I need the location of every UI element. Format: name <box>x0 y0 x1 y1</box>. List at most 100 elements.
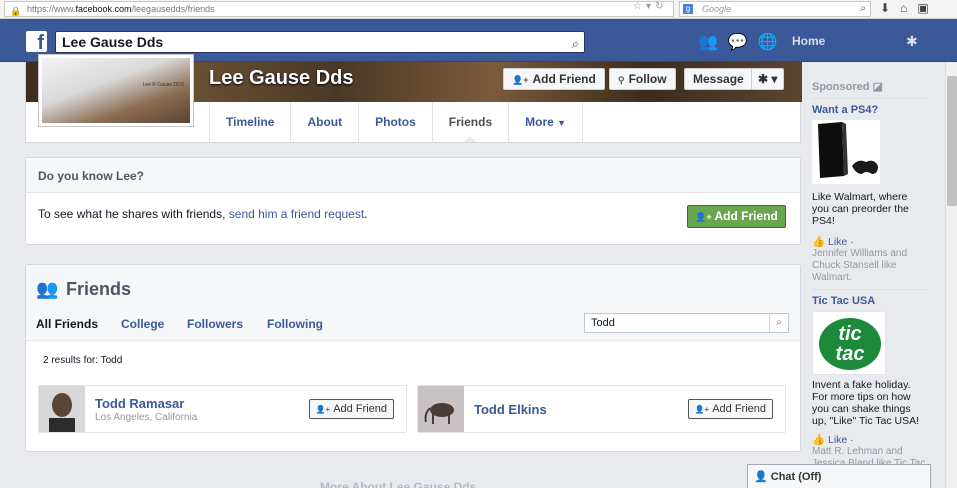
friends-search-value: Todd <box>591 317 615 329</box>
add-friend-icon: 👤+ <box>695 212 712 222</box>
tab-college[interactable]: College <box>121 317 164 331</box>
thumbs-up-icon: 👍 <box>812 434 826 446</box>
thumbs-up-icon: 👍 <box>812 236 826 248</box>
ad-divider <box>812 289 927 290</box>
download-icon[interactable]: ⬇ <box>880 1 900 15</box>
friend-request-prompt: Do you know Lee? To see what he shares w… <box>25 157 801 245</box>
scrollbar-thumb[interactable] <box>947 76 957 206</box>
friend-requests-icon[interactable]: 👥 <box>698 34 728 51</box>
search-icon[interactable]: ⌕ <box>572 34 579 54</box>
like-link[interactable]: 👍 Like · <box>812 433 927 446</box>
sponsored-label: Sponsored <box>812 81 870 93</box>
prompt-text-period: . <box>364 207 368 221</box>
browser-search-box[interactable]: g Google ⌕ <box>679 1 871 17</box>
more-options-button[interactable]: ✱ ▾ <box>751 68 785 90</box>
friends-search-input[interactable]: Todd ⌕ <box>584 313 789 333</box>
facebook-search-input[interactable]: Lee Gause Dds ⌕ <box>55 31 585 53</box>
like-link[interactable]: 👍 Like · <box>812 235 927 248</box>
lock-icon: 🔒 <box>10 6 22 16</box>
follow-button[interactable]: ⚲ Follow <box>609 68 676 90</box>
prompt-text-body: To see what he shares with friends, <box>38 207 229 221</box>
search-icon[interactable]: ⌕ <box>769 314 788 332</box>
follow-label: Follow <box>628 72 667 86</box>
add-friend-label: Add Friend <box>333 403 387 415</box>
home-icon[interactable]: ⌂ <box>900 1 917 15</box>
chevron-down-icon: ▼ <box>557 118 567 128</box>
send-friend-request-link[interactable]: send him a friend request <box>229 207 364 221</box>
add-friend-green-button[interactable]: 👤+ Add Friend <box>687 205 786 228</box>
friends-header: 👥 Friends All Friends College Followers … <box>26 265 800 341</box>
url-prefix: https://www. <box>27 4 76 14</box>
tab-about[interactable]: About <box>291 102 360 142</box>
results-count: 2 results for: Todd <box>43 355 123 366</box>
browser-nav-icons: ⬇⌂▣ <box>880 1 939 15</box>
profile-header: Lee R Gause DDS Lee Gause Dds 👤+ Add Frie… <box>25 54 802 143</box>
ps4-ad-image[interactable] <box>812 120 880 184</box>
home-link[interactable]: Home <box>792 34 825 48</box>
tab-followers[interactable]: Followers <box>187 317 243 331</box>
profile-name[interactable]: Lee Gause Dds <box>209 67 354 90</box>
tab-all-friends[interactable]: All Friends <box>36 317 98 331</box>
profile-picture-caption: Lee R Gause DDS <box>142 82 184 88</box>
tab-more-label: More <box>525 115 554 129</box>
like-label: Like <box>828 434 848 446</box>
friends-icon: 👥 <box>36 279 59 299</box>
message-label: Message <box>693 72 744 86</box>
ad-title[interactable]: Tic Tac USA <box>812 295 927 307</box>
add-friend-label: Add Friend <box>532 72 596 86</box>
menu-icon[interactable]: ▣ <box>917 1 938 15</box>
gear-icon: ✱ ▾ <box>758 72 778 86</box>
avatar[interactable] <box>39 386 85 432</box>
add-friend-button[interactable]: 👤+ Add Friend <box>308 399 394 419</box>
ad-body: Like Walmart, where you can preorder the… <box>812 191 909 227</box>
like-label: Like <box>828 236 848 248</box>
profile-picture[interactable]: Lee R Gause DDS <box>38 54 194 127</box>
ad-choices-icon[interactable]: ◪ <box>873 81 883 93</box>
tab-following[interactable]: Following <box>267 317 323 331</box>
avatar[interactable] <box>418 386 464 432</box>
add-friend-button[interactable]: 👤+ Add Friend <box>503 68 605 90</box>
settings-gear-icon[interactable]: ✱ <box>906 33 918 50</box>
rss-icon: ⚲ <box>618 75 625 85</box>
messages-icon[interactable]: 💬 <box>728 34 758 51</box>
add-friend-button[interactable]: 👤+ Add Friend <box>687 399 773 419</box>
reload-icon[interactable]: ↻ <box>655 1 667 12</box>
browser-search-placeholder: Google <box>702 4 732 14</box>
add-friend-icon: 👤+ <box>694 405 710 414</box>
page-scrollbar[interactable] <box>945 62 957 488</box>
search-icon[interactable]: ⌕ <box>860 2 866 16</box>
tictac-logo-line1: tic <box>838 323 862 345</box>
chat-sidebar-toggle[interactable]: 👤 Chat (Off) <box>747 464 931 488</box>
add-friend-icon: 👤+ <box>315 405 331 414</box>
about-section-heading: More About Lee Gause Dds <box>320 480 477 488</box>
tab-friends[interactable]: Friends <box>433 102 510 142</box>
friends-section: 👥 Friends All Friends College Followers … <box>25 264 801 452</box>
tictac-ad-image[interactable]: tic tac <box>812 311 886 375</box>
profile-tabs: Timeline About Photos Friends More ▼ <box>209 102 584 142</box>
tab-more[interactable]: More ▼ <box>509 102 584 142</box>
ad-title[interactable]: Want a PS4? <box>812 104 927 116</box>
ad-body: Invent a fake holiday. For more tips on … <box>812 379 920 427</box>
add-friend-green-label: Add Friend <box>714 209 778 223</box>
bookmark-star-icon[interactable]: ☆ <box>633 1 646 12</box>
url-domain: facebook.com <box>75 4 132 14</box>
address-bar[interactable]: 🔒 https://www.facebook.com/leegausedds/f… <box>4 1 674 17</box>
friend-card: Todd Ramasar Los Angeles, California 👤+ A… <box>38 385 407 433</box>
notification-jewels: 👥💬🌐 <box>698 32 788 52</box>
chat-label: Chat (Off) <box>770 471 822 483</box>
friend-card: Todd Elkins 👤+ Add Friend <box>417 385 786 433</box>
dropdown-icon[interactable]: ▾ <box>646 1 655 12</box>
message-button[interactable]: Message <box>684 68 753 90</box>
tab-photos[interactable]: Photos <box>359 102 433 142</box>
tictac-logo-line2: tac <box>835 343 865 365</box>
friend-name[interactable]: Todd Elkins <box>474 402 547 417</box>
facebook-logo-icon[interactable]: f <box>26 31 47 52</box>
prompt-heading: Do you know Lee? <box>26 158 800 193</box>
url-path: /leegausedds/friends <box>131 4 215 14</box>
browser-toolbar: 🔒 https://www.facebook.com/leegausedds/f… <box>0 0 957 19</box>
friend-name[interactable]: Todd Ramasar <box>95 396 184 411</box>
friends-title: Friends <box>66 279 132 299</box>
notifications-globe-icon[interactable]: 🌐 <box>758 34 788 51</box>
tab-timeline[interactable]: Timeline <box>210 102 292 142</box>
chat-icon: 👤 <box>754 471 768 483</box>
